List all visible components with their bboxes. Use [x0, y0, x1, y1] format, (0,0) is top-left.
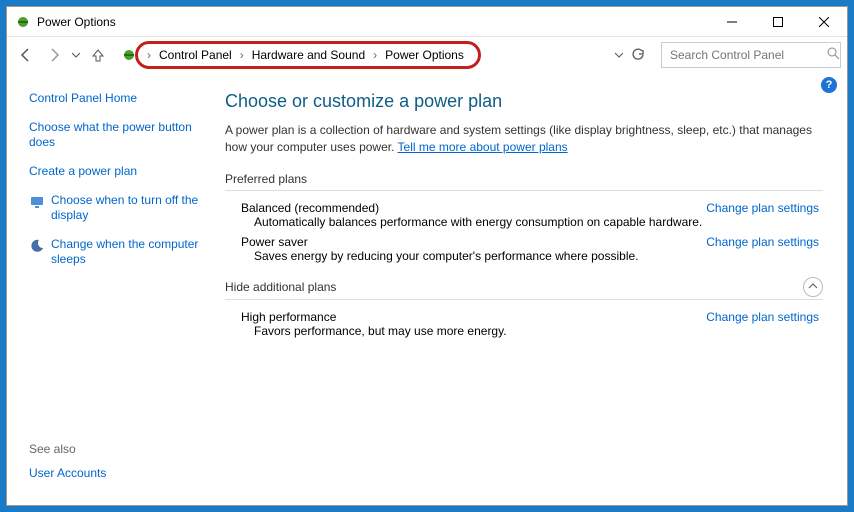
sidebar-item-label: Choose when to turn off the display	[51, 193, 207, 223]
change-plan-settings-link[interactable]: Change plan settings	[706, 235, 823, 249]
preferred-plans-label: Preferred plans	[225, 172, 823, 186]
window: Power Options	[6, 6, 848, 506]
maximize-button[interactable]	[755, 7, 801, 37]
refresh-button[interactable]	[627, 44, 649, 66]
learn-more-link[interactable]: Tell me more about power plans	[398, 140, 568, 154]
plan-name[interactable]: High performance	[241, 310, 336, 324]
close-button[interactable]	[801, 7, 847, 37]
plan-description: Saves energy by reducing your computer's…	[254, 249, 823, 263]
moon-icon	[29, 238, 45, 254]
page-description: A power plan is a collection of hardware…	[225, 122, 823, 156]
forward-button[interactable]	[41, 42, 67, 68]
breadcrumb-item[interactable]: Hardware and Sound	[248, 48, 369, 62]
body: ? Control Panel Home Choose what the pow…	[7, 73, 847, 505]
sidebar-link[interactable]: Choose what the power button does	[29, 120, 207, 150]
divider	[225, 190, 823, 191]
sidebar-link[interactable]: Change when the computer sleeps	[29, 237, 207, 267]
dropdown-icon[interactable]	[615, 48, 623, 62]
breadcrumb[interactable]: › Control Panel › Hardware and Sound › P…	[113, 42, 655, 68]
control-panel-home-link[interactable]: Control Panel Home	[29, 91, 207, 106]
plan-name[interactable]: Power saver	[241, 235, 308, 249]
help-icon[interactable]: ?	[821, 77, 837, 93]
sidebar-item-label: Change when the computer sleeps	[51, 237, 207, 267]
chevron-right-icon[interactable]: ›	[236, 48, 248, 62]
plan-balanced: Balanced (recommended) Change plan setti…	[225, 201, 823, 229]
change-plan-settings-link[interactable]: Change plan settings	[706, 310, 823, 324]
plan-description: Automatically balances performance with …	[254, 215, 823, 229]
main: Choose or customize a power plan A power…	[217, 79, 847, 505]
see-also-link[interactable]: User Accounts	[29, 466, 207, 481]
app-icon	[15, 14, 31, 30]
breadcrumb-item[interactable]: Control Panel	[155, 48, 236, 62]
page-title: Choose or customize a power plan	[225, 91, 823, 112]
sidebar-link[interactable]: Create a power plan	[29, 164, 207, 179]
plan-name[interactable]: Balanced (recommended)	[241, 201, 379, 215]
back-button[interactable]	[13, 42, 39, 68]
plan-description: Favors performance, but may use more ene…	[254, 324, 823, 338]
search-icon[interactable]	[827, 47, 840, 63]
up-button[interactable]	[85, 42, 111, 68]
navbar: › Control Panel › Hardware and Sound › P…	[7, 37, 847, 73]
chevron-right-icon[interactable]: ›	[369, 48, 381, 62]
see-also-label: See also	[29, 442, 207, 456]
minimize-button[interactable]	[709, 7, 755, 37]
divider	[225, 299, 823, 300]
sidebar-link[interactable]: Choose when to turn off the display	[29, 193, 207, 223]
plan-power-saver: Power saver Change plan settings Saves e…	[225, 235, 823, 263]
window-title: Power Options	[37, 15, 116, 29]
search-box[interactable]	[661, 42, 841, 68]
monitor-icon	[29, 194, 45, 210]
breadcrumb-item[interactable]: Power Options	[381, 48, 468, 62]
search-input[interactable]	[668, 47, 827, 63]
sidebar: Control Panel Home Choose what the power…	[7, 79, 217, 505]
recent-locations-button[interactable]	[69, 42, 83, 68]
plan-high-performance: High performance Change plan settings Fa…	[225, 310, 823, 338]
breadcrumb-icon	[119, 45, 139, 65]
collapse-icon[interactable]	[803, 277, 823, 297]
hide-additional-plans-label[interactable]: Hide additional plans	[225, 280, 336, 294]
chevron-right-icon[interactable]: ›	[143, 48, 155, 62]
change-plan-settings-link[interactable]: Change plan settings	[706, 201, 823, 215]
titlebar: Power Options	[7, 7, 847, 37]
